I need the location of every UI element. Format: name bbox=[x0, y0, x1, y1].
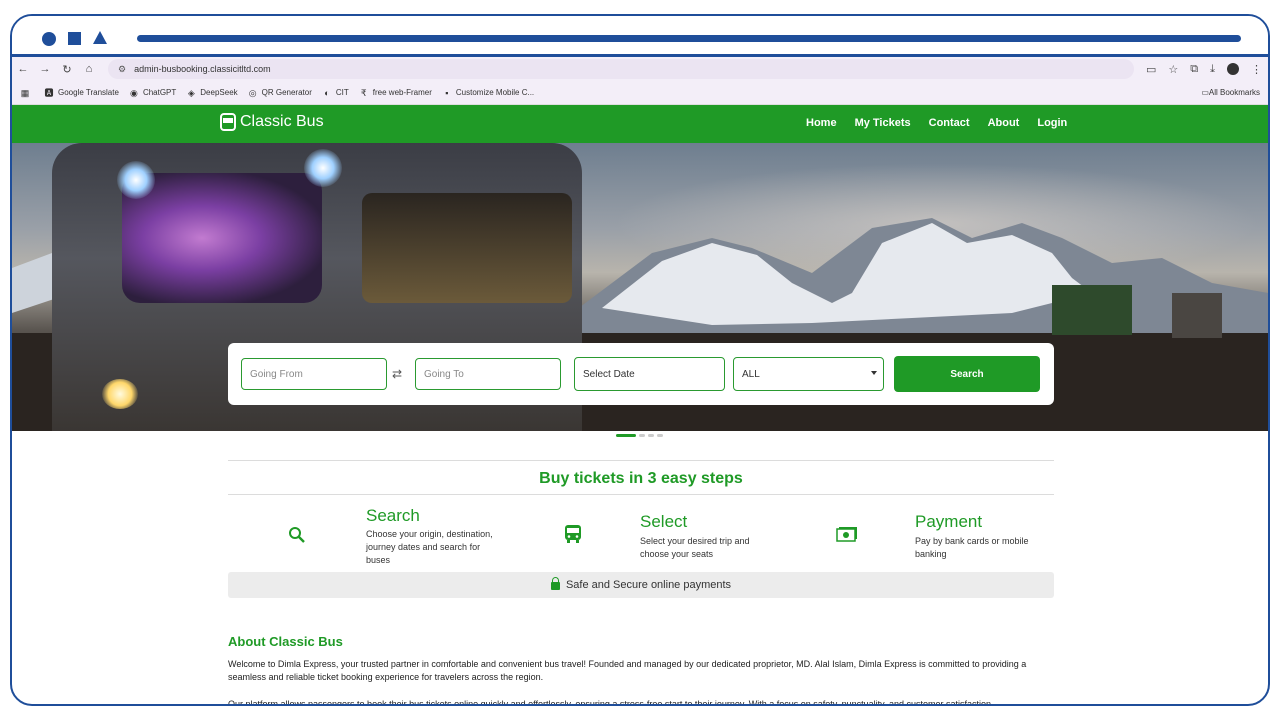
bus-windshield bbox=[122, 173, 322, 303]
bookmark-customize-mobile[interactable]: ▪ Customize Mobile C... bbox=[442, 88, 534, 98]
search-button[interactable]: Search bbox=[894, 356, 1040, 392]
divider bbox=[228, 460, 1054, 461]
bookmark-chatgpt[interactable]: ◉ ChatGPT bbox=[129, 88, 176, 98]
circle-shape bbox=[42, 32, 56, 46]
chevron-down-icon bbox=[871, 371, 877, 375]
step-search-desc: Choose your origin, destination, journey… bbox=[366, 529, 493, 565]
brand-logo[interactable]: Classic Bus bbox=[220, 113, 324, 131]
step-select-desc: Select your desired trip and choose your… bbox=[640, 536, 750, 559]
bus-type-select[interactable]: ALL bbox=[733, 357, 884, 391]
url-text: admin-busbooking.classicitltd.com bbox=[134, 64, 271, 74]
chatgpt-icon: ◉ bbox=[130, 87, 138, 98]
triangle-shape bbox=[93, 31, 107, 44]
about-text-continued: Our platform allows passengers to book t… bbox=[228, 699, 992, 706]
carousel-dot[interactable] bbox=[648, 434, 654, 437]
back-icon[interactable]: ← bbox=[12, 63, 34, 75]
search-icon bbox=[288, 526, 306, 549]
about-text: Welcome to Dimla Express, your trusted p… bbox=[228, 659, 1027, 682]
framer-icon: ₹ bbox=[360, 87, 367, 98]
square-shape bbox=[68, 32, 81, 45]
going-to-input[interactable]: Going To bbox=[415, 358, 561, 390]
site-info-icon[interactable]: ⚙ bbox=[118, 64, 126, 75]
bus-side-window bbox=[362, 193, 572, 303]
step-payment-title: Payment bbox=[915, 512, 983, 531]
cast-icon[interactable]: ▭ bbox=[1146, 63, 1156, 76]
swap-icon[interactable]: ⇄ bbox=[392, 367, 402, 381]
bus-headlight bbox=[102, 379, 138, 409]
nav-home[interactable]: Home bbox=[806, 117, 837, 129]
bookmark-qr-generator[interactable]: ◎ QR Generator bbox=[248, 88, 312, 98]
bus-top-light bbox=[117, 161, 155, 199]
qr-icon: ◎ bbox=[248, 87, 257, 98]
bookmark-framer[interactable]: ₹ free web-Framer bbox=[359, 88, 432, 98]
main-menu: Home My Tickets Contact About Login bbox=[806, 117, 1067, 129]
reload-icon[interactable]: ↻ bbox=[56, 63, 78, 76]
bookmarks-bar: ▦ 🅰 Google Translate ◉ ChatGPT ◈ DeepSeek ◎… bbox=[12, 81, 1268, 105]
carousel-dot[interactable] bbox=[639, 434, 645, 437]
about-title: About Classic Bus bbox=[228, 634, 343, 649]
star-icon[interactable]: ☆ bbox=[1168, 63, 1178, 76]
site-navbar: Classic Bus Home My Tickets Contact Abou… bbox=[12, 105, 1268, 143]
payment-icon bbox=[836, 526, 858, 547]
divider bbox=[228, 494, 1054, 495]
steps-title: Buy tickets in 3 easy steps bbox=[539, 470, 743, 487]
nav-about[interactable]: About bbox=[988, 117, 1020, 129]
address-bar[interactable]: ⚙ admin-busbooking.classicitltd.com bbox=[108, 59, 1134, 79]
lock-icon bbox=[550, 577, 560, 590]
deepseek-icon: ◈ bbox=[187, 87, 195, 98]
decorative-bar bbox=[137, 35, 1241, 42]
nav-contact[interactable]: Contact bbox=[929, 117, 970, 129]
all-bookmarks[interactable]: ▭ All Bookmarks bbox=[1201, 88, 1260, 97]
download-icon[interactable]: ⤓ bbox=[1210, 63, 1215, 76]
apps-icon[interactable]: ▦ bbox=[20, 88, 34, 98]
globe-icon: ◐ bbox=[324, 87, 330, 98]
nav-my-tickets[interactable]: My Tickets bbox=[855, 117, 911, 129]
carousel-indicators bbox=[616, 434, 663, 437]
bus-icon bbox=[564, 524, 582, 549]
step-select-title: Select bbox=[640, 512, 688, 531]
step-payment-desc: Pay by bank cards or mobile banking bbox=[915, 536, 1029, 559]
search-form: Going From ⇄ Going To Select Date ALL Se… bbox=[228, 343, 1054, 405]
translate-icon: 🅰 bbox=[44, 87, 54, 98]
browser-toolbar: ← → ↻ ⌂ ⚙ admin-busbooking.classicitltd.… bbox=[12, 57, 1268, 81]
brand-name: Classic Bus bbox=[240, 113, 324, 130]
bookmark-google-translate[interactable]: 🅰 Google Translate bbox=[44, 87, 118, 98]
going-from-input[interactable]: Going From bbox=[241, 358, 387, 390]
date-picker[interactable]: Select Date bbox=[574, 357, 725, 391]
bookmark-deepseek[interactable]: ◈ DeepSeek bbox=[186, 87, 238, 98]
bookmark-cit[interactable]: ◐ CIT bbox=[322, 88, 349, 98]
avatar[interactable] bbox=[1227, 63, 1239, 75]
bus-top-light bbox=[304, 149, 342, 187]
window-frame: ← → ↻ ⌂ ⚙ admin-busbooking.classicitltd.… bbox=[10, 14, 1270, 706]
menu-icon[interactable]: ⋮ bbox=[1251, 63, 1262, 76]
bus-icon bbox=[220, 113, 236, 131]
home-icon[interactable]: ⌂ bbox=[78, 63, 100, 75]
secure-payments-banner: Safe and Secure online payments bbox=[228, 572, 1054, 598]
carousel-dot[interactable] bbox=[657, 434, 663, 437]
hero-banner: Going From ⇄ Going To Select Date ALL Se… bbox=[12, 143, 1268, 431]
decorative-header bbox=[12, 16, 1268, 56]
step-search-title: Search bbox=[366, 506, 420, 525]
folder-icon: ▭ bbox=[1201, 88, 1209, 97]
forward-icon[interactable]: → bbox=[34, 63, 56, 75]
folder-icon: ▪ bbox=[445, 87, 449, 98]
nav-login[interactable]: Login bbox=[1037, 117, 1067, 129]
extensions-icon[interactable]: ⧉ bbox=[1190, 63, 1198, 76]
carousel-dot[interactable] bbox=[616, 434, 636, 437]
